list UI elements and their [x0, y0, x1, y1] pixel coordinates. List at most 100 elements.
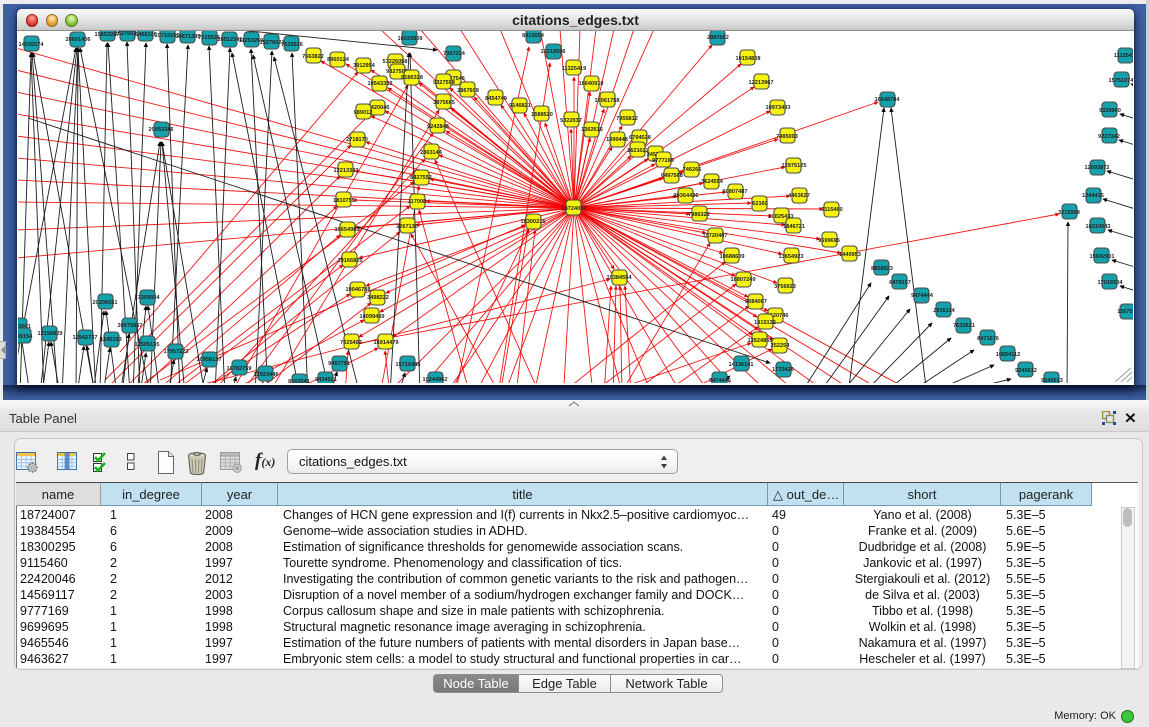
svg-text:11125419: 11125419 — [1114, 53, 1133, 59]
svg-text:7986322: 7986322 — [688, 212, 710, 218]
svg-text:1244415: 1244415 — [1082, 193, 1104, 199]
svg-text:16648784: 16648784 — [875, 97, 901, 103]
svg-text:16914479: 16914479 — [374, 340, 399, 346]
svg-text:5322037: 5322037 — [560, 118, 582, 124]
svg-text:1167531: 1167531 — [1117, 309, 1133, 315]
svg-text:3267130: 3267130 — [396, 224, 418, 230]
svg-text:1588520: 1588520 — [531, 112, 553, 118]
svg-text:7357224: 7357224 — [443, 51, 466, 57]
svg-text:1733426: 1733426 — [772, 367, 794, 373]
svg-text:7955812: 7955812 — [616, 116, 638, 122]
svg-text:8454749: 8454749 — [485, 96, 507, 102]
svg-text:12942737: 12942737 — [73, 335, 98, 341]
svg-text:10807487: 10807487 — [723, 189, 748, 195]
svg-text:10543382: 10543382 — [368, 81, 393, 87]
svg-text:3875685: 3875685 — [433, 100, 455, 106]
svg-text:15300215: 15300215 — [521, 219, 546, 225]
svg-text:252254: 252254 — [771, 343, 791, 349]
svg-text:9457791: 9457791 — [328, 361, 350, 367]
svg-text:15716485: 15716485 — [396, 362, 421, 368]
svg-text:6479197: 6479197 — [889, 280, 911, 286]
svg-text:14136141: 14136141 — [729, 362, 754, 368]
svg-text:12093872: 12093872 — [1085, 165, 1110, 171]
svg-text:9245612: 9245612 — [1015, 368, 1037, 374]
svg-text:17957223: 17957223 — [164, 349, 189, 355]
svg-text:18640910: 18640910 — [579, 81, 604, 87]
svg-text:30975867: 30975867 — [118, 323, 143, 329]
svg-text:8858923: 8858923 — [871, 266, 893, 272]
svg-text:9329960: 9329960 — [1099, 108, 1121, 114]
svg-text:10688609: 10688609 — [720, 254, 745, 260]
svg-text:9115460: 9115460 — [821, 207, 842, 213]
svg-text:9434921: 9434921 — [315, 377, 337, 383]
svg-text:7663822: 7663822 — [302, 54, 324, 60]
svg-text:10973493: 10973493 — [766, 105, 791, 111]
svg-text:939154: 939154 — [18, 334, 33, 340]
svg-text:1846721: 1846721 — [783, 224, 805, 230]
svg-text:12505135: 12505135 — [135, 342, 160, 348]
svg-text:13654923: 13654923 — [779, 254, 804, 260]
svg-text:19654983: 19654983 — [335, 227, 360, 233]
svg-text:2867608: 2867608 — [457, 88, 479, 94]
svg-text:2935114: 2935114 — [933, 308, 955, 314]
svg-text:9227342: 9227342 — [1098, 134, 1120, 140]
svg-text:3624554: 3624554 — [701, 179, 724, 185]
svg-text:10854112: 10854112 — [996, 352, 1021, 358]
svg-text:8186328: 8186328 — [401, 75, 423, 81]
svg-text:20691406: 20691406 — [66, 37, 91, 43]
svg-text:10671385: 10671385 — [176, 34, 201, 40]
svg-text:4463627: 4463627 — [788, 193, 810, 199]
svg-text:20364436: 20364436 — [674, 193, 699, 199]
svg-text:117008: 117008 — [408, 199, 426, 205]
svg-text:7485003: 7485003 — [776, 134, 798, 140]
svg-text:1990448: 1990448 — [606, 137, 628, 143]
svg-text:10958137: 10958137 — [197, 357, 222, 363]
svg-text:1810755: 1810755 — [333, 198, 355, 204]
svg-text:1145193: 1145193 — [100, 337, 121, 343]
svg-text:1440953: 1440953 — [839, 252, 861, 258]
svg-text:18724007: 18724007 — [562, 206, 587, 212]
svg-text:7515526: 7515526 — [281, 42, 303, 48]
svg-text:7625402: 7625402 — [340, 340, 362, 346]
svg-text:16782759: 16782759 — [227, 366, 252, 372]
svg-text:12213383: 12213383 — [334, 168, 359, 174]
svg-text:19166825: 19166825 — [338, 258, 363, 264]
svg-text:12213967: 12213967 — [749, 80, 774, 86]
svg-text:7632621: 7632621 — [953, 323, 975, 329]
svg-text:3912954: 3912954 — [353, 63, 376, 69]
svg-text:19218506: 19218506 — [541, 49, 566, 55]
svg-text:9327508: 9327508 — [433, 80, 455, 86]
svg-text:9242848: 9242848 — [427, 124, 449, 130]
svg-text:17016504: 17016504 — [1098, 280, 1124, 286]
svg-text:989012: 989012 — [354, 110, 373, 116]
svg-text:6497568: 6497568 — [661, 173, 683, 179]
svg-text:2987682: 2987682 — [707, 35, 729, 41]
svg-text:12923446: 12923446 — [254, 372, 279, 378]
svg-text:17359934: 17359934 — [135, 295, 161, 301]
svg-text:12975125: 12975125 — [782, 163, 807, 169]
svg-text:9146821: 9146821 — [509, 103, 531, 109]
svg-text:9245613: 9245613 — [1041, 378, 1063, 383]
svg-text:14035574: 14035574 — [19, 42, 45, 48]
svg-text:11325419: 11325419 — [562, 66, 587, 72]
svg-text:20206551: 20206551 — [93, 300, 118, 306]
svg-text:16033809: 16033809 — [398, 36, 423, 42]
svg-text:19384554: 19384554 — [607, 275, 633, 281]
svg-text:746266: 746266 — [683, 167, 702, 173]
svg-text:13524851: 13524851 — [748, 338, 773, 344]
svg-text:8427552: 8427552 — [410, 175, 432, 181]
svg-text:9777169: 9777169 — [652, 158, 674, 164]
svg-text:20053346: 20053346 — [149, 127, 174, 133]
svg-text:2718170: 2718170 — [346, 137, 368, 143]
svg-text:1362615: 1362615 — [581, 127, 603, 133]
svg-text:62160: 62160 — [752, 201, 768, 207]
svg-text:9474444: 9474444 — [911, 293, 934, 299]
svg-text:9699695: 9699695 — [818, 238, 840, 244]
svg-text:2803144: 2803144 — [420, 150, 443, 156]
svg-text:8663041: 8663041 — [288, 379, 310, 383]
svg-text:12156829: 12156829 — [38, 331, 63, 337]
svg-text:9084067: 9084067 — [745, 299, 767, 305]
svg-text:15720407: 15720407 — [703, 233, 728, 239]
svg-text:8471676: 8471676 — [977, 336, 999, 342]
svg-text:16210643: 16210643 — [1086, 224, 1111, 230]
